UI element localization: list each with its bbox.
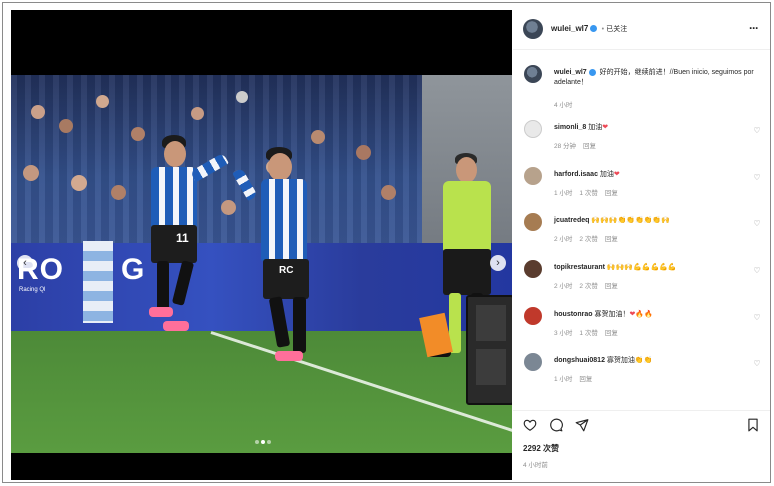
comment-emoji: ❤	[613, 171, 620, 178]
commenter-avatar[interactable]	[524, 120, 542, 138]
comment-time: 2 小时	[554, 283, 573, 290]
comment-username[interactable]: houstonrao	[554, 311, 593, 318]
commenter-avatar[interactable]	[524, 213, 542, 231]
reply-link[interactable]: 回复	[605, 190, 618, 197]
comment-username[interactable]: jcuatredeq	[554, 217, 589, 224]
comment-like-heart-icon[interactable]: ♡	[753, 314, 761, 322]
comment-likes[interactable]: 1 次赞	[579, 190, 597, 197]
comment-likes[interactable]: 2 次赞	[579, 283, 597, 290]
reply-link[interactable]: 回复	[605, 236, 618, 243]
player-number-2: RC	[279, 265, 294, 276]
comment-text: 加油	[588, 124, 603, 131]
bookmark-icon[interactable]	[746, 418, 760, 432]
comment-emoji: ❤	[602, 124, 609, 131]
comment-likes[interactable]: 1 次赞	[579, 330, 597, 337]
more-icon[interactable]: ···	[749, 21, 759, 35]
ad-board-subtext: Racing Ql	[19, 287, 46, 293]
comment-like-heart-icon[interactable]: ♡	[753, 267, 761, 275]
commenter-avatar[interactable]	[524, 307, 542, 325]
commenter-avatar[interactable]	[524, 353, 542, 371]
comment-time: 28 分钟	[554, 143, 577, 150]
reply-link[interactable]: 回复	[605, 283, 618, 290]
flag	[83, 241, 113, 323]
comment-username[interactable]: dongshuai0812	[554, 357, 605, 364]
reply-link[interactable]: 回复	[605, 330, 618, 337]
post-window: RO Racing Ql G 11 RC ‹ › wulei_wl7 • 已关注…	[2, 2, 771, 483]
next-arrow-icon[interactable]: ›	[490, 255, 506, 271]
caption-time: 4 小时	[554, 102, 573, 109]
comment-emoji: ❤🔥🔥	[629, 311, 653, 318]
heart-icon[interactable]	[523, 418, 537, 432]
post-panel: wulei_wl7 • 已关注 ··· wulei_wl7 好的开始，继续前进！…	[513, 10, 770, 480]
comment-username[interactable]: topikrestaurant	[554, 264, 605, 271]
verified-icon	[588, 68, 596, 76]
caption-username[interactable]: wulei_wl7	[554, 69, 587, 76]
comment-username[interactable]: simonli_8	[554, 124, 586, 131]
verified-icon	[590, 25, 598, 33]
commenter-avatar[interactable]	[524, 260, 542, 278]
follow-status[interactable]: 已关注	[606, 26, 627, 33]
share-icon[interactable]	[575, 418, 589, 432]
comment-text: 加油	[599, 171, 614, 178]
post-time: 4 小时前	[523, 462, 548, 469]
ad-board-text-mid: G	[121, 253, 146, 286]
header-username[interactable]: wulei_wl7	[551, 24, 588, 33]
comment-icon[interactable]	[549, 418, 563, 432]
reply-link[interactable]: 回复	[579, 376, 592, 383]
comment-emoji: 👏👏	[634, 357, 653, 364]
comment-like-heart-icon[interactable]: ♡	[753, 174, 761, 182]
comment-like-heart-icon[interactable]: ♡	[753, 360, 761, 368]
comment-likes[interactable]: 2 次赞	[579, 236, 597, 243]
header-separator: •	[601, 26, 605, 33]
commenter-avatar[interactable]	[524, 167, 542, 185]
comment-username[interactable]: harford.isaac	[554, 171, 598, 178]
comment-time: 3 小时	[554, 330, 573, 337]
carousel-dots	[255, 440, 275, 444]
post-photo: RO Racing Ql G 11 RC	[11, 75, 512, 453]
reply-link[interactable]: 回复	[583, 143, 596, 150]
substitution-board	[466, 295, 512, 405]
post-header: wulei_wl7 • 已关注 ···	[513, 10, 770, 50]
avatar[interactable]	[523, 19, 543, 39]
comment-emoji: 🙌🙌🙌👏👏👏👏👏🙌	[591, 217, 670, 224]
player-number: 11	[176, 231, 189, 245]
comment-like-heart-icon[interactable]: ♡	[753, 127, 761, 135]
comment-emoji: 🙌🙌🙌💪💪💪💪💪	[606, 264, 677, 271]
comment-text: 寡贺加油！	[594, 311, 630, 318]
comment-time: 1 小时	[554, 376, 573, 383]
comment-time: 1 小时	[554, 190, 573, 197]
caption-avatar[interactable]	[524, 65, 542, 83]
like-count[interactable]: 2292 次赞	[523, 443, 559, 454]
post-media[interactable]: RO Racing Ql G 11 RC ‹ ›	[11, 10, 512, 480]
comment-text: 寡贺加油	[606, 357, 635, 364]
comment-time: 2 小时	[554, 236, 573, 243]
prev-arrow-icon[interactable]: ‹	[17, 255, 33, 271]
comment-like-heart-icon[interactable]: ♡	[753, 220, 761, 228]
